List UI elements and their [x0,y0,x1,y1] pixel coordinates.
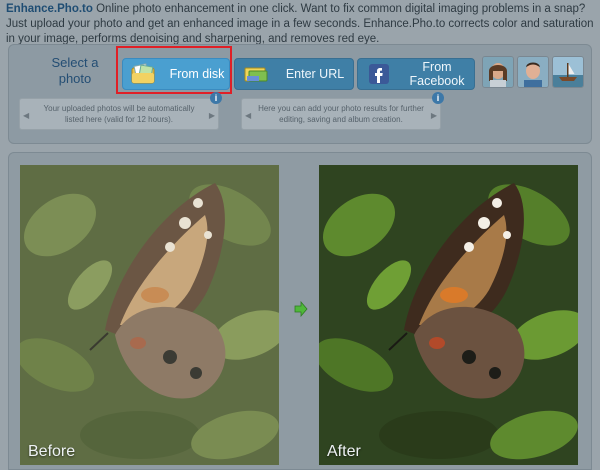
enter-url-label: Enter URL [285,67,345,81]
enter-url-button[interactable]: Enter URL [234,58,354,90]
results-tray: ◀ Here you can add your photo results fo… [241,92,444,130]
from-disk-highlight [116,46,232,94]
facebook-icon [364,63,394,85]
from-facebook-label: From Facebook [409,60,465,88]
uploaded-photos-hint: Your uploaded photos will be automatical… [43,104,195,124]
intro-text: Enhance.Pho.to Online photo enhancement … [6,2,596,47]
before-after-panel: Before After [8,152,592,470]
info-icon[interactable]: i [432,92,444,104]
results-scroll-right-icon[interactable]: ▶ [431,110,437,121]
before-label: Before [28,443,76,460]
intro-description: Online photo enhancement in one click. W… [6,3,594,45]
upload-panel: Select a photo From disk Enter URL From … [8,44,592,144]
sample-photo-thumbnail-man[interactable] [517,56,549,88]
from-facebook-button[interactable]: From Facebook [357,58,475,90]
after-label: After [327,443,361,460]
results-hint: Here you can add your photo results for … [258,104,424,124]
uploaded-photos-tray: ◀ Your uploaded photos will be automatic… [19,92,222,130]
results-scroll-left-icon[interactable]: ◀ [245,110,251,121]
select-photo-label: Select a photo [51,55,99,86]
tray-scroll-right-icon[interactable]: ▶ [209,110,215,121]
url-link-icon [241,63,271,85]
brand-name: Enhance.Pho.to [6,3,93,15]
sample-photo-thumbnail-woman[interactable] [482,56,514,88]
arrow-right-icon [294,301,308,317]
sample-photo-thumbnail-boat[interactable] [552,56,584,88]
info-icon[interactable]: i [210,92,222,104]
tray-scroll-left-icon[interactable]: ◀ [23,110,29,121]
before-photo: Before [20,165,279,465]
after-photo: After [319,165,578,465]
